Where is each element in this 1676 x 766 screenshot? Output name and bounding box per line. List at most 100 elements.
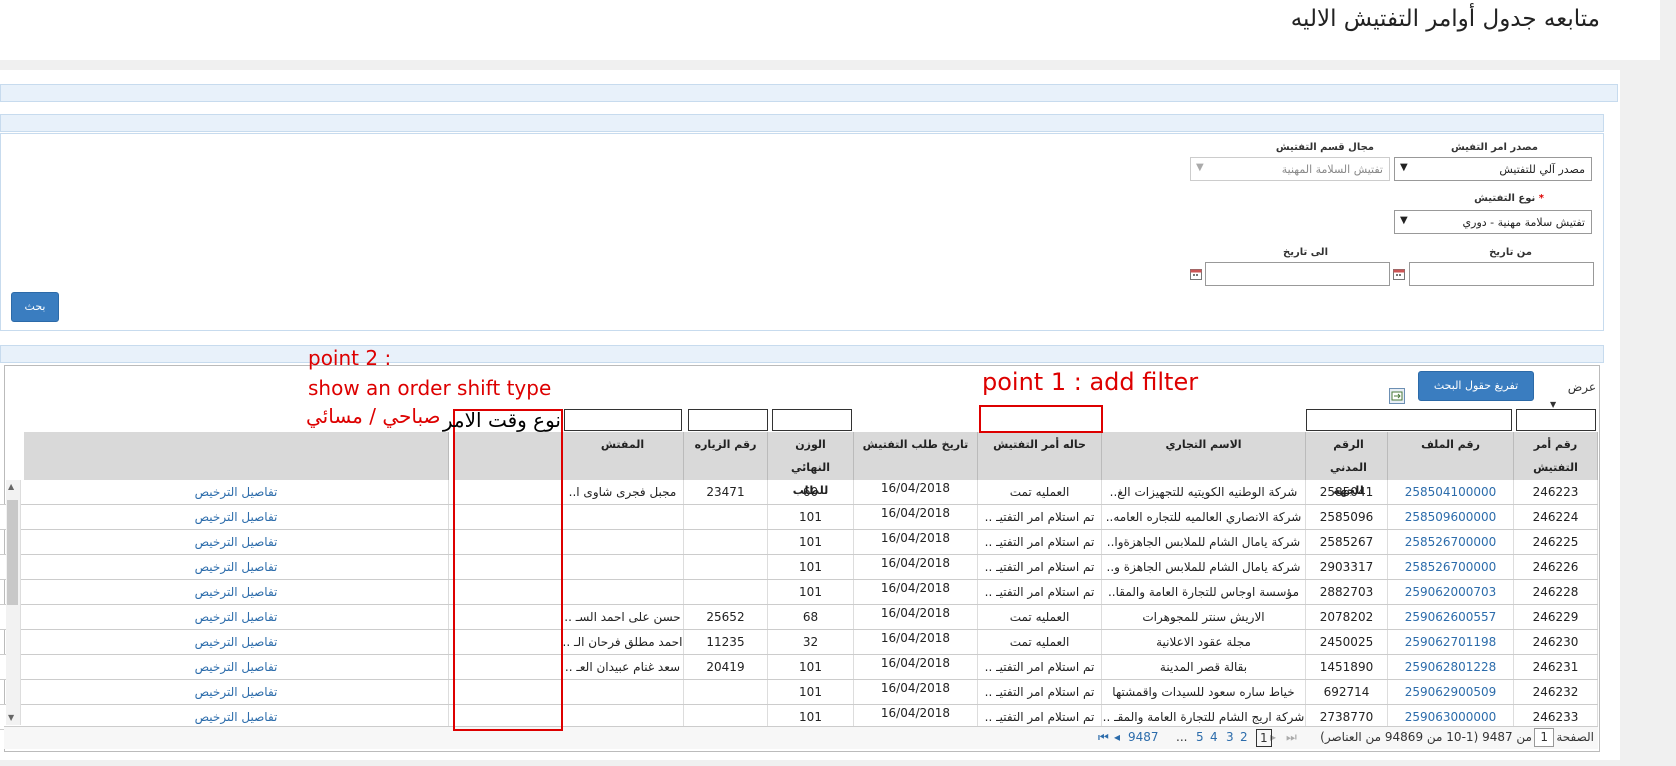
license-details-link[interactable]: تفاصيل الترخيص	[24, 555, 449, 579]
page-link-1[interactable]: 1	[1256, 729, 1272, 747]
cell-request-date: 16/04/2018	[854, 480, 978, 504]
cell-inspector	[562, 555, 684, 579]
cell-order-number: 246225	[1514, 530, 1598, 554]
view-dropdown[interactable]: عرض ▼	[1538, 380, 1596, 409]
file-number-link[interactable]: 258504100000	[1388, 480, 1514, 504]
header-file-number: رقم الملف	[1388, 432, 1514, 480]
prev-page-icon[interactable]: ◂	[1114, 730, 1120, 744]
page-link-4[interactable]: 4	[1210, 730, 1218, 744]
from-date-input[interactable]	[1409, 262, 1594, 286]
to-date-input[interactable]	[1205, 262, 1390, 286]
table-row[interactable]: تفاصيل الترخيص 101 16/04/2018 تم استلام امر…	[0, 580, 1598, 605]
filter-inspector[interactable]	[564, 409, 682, 431]
cell-final-weight: 101	[768, 555, 854, 579]
search-button[interactable]: بحث	[11, 292, 59, 322]
source-select-value: مصدر آلي للتفتيش	[1499, 163, 1585, 176]
cell-order-number: 246223	[1514, 480, 1598, 504]
type-select[interactable]: تفتيش سلامة مهنية - دوري ▼	[1394, 210, 1592, 234]
file-number-link[interactable]: 259062600557	[1388, 605, 1514, 629]
cell-commercial-name: مجلة عقود الاعلانية	[1102, 630, 1306, 654]
cell-final-weight: 101	[768, 655, 854, 679]
cell-final-weight: 60	[768, 480, 854, 504]
table-row[interactable]: تفاصيل الترخيص مجبل فجرى شاوى ا.. 23471 60 1…	[0, 480, 1598, 505]
cell-order-status: تم استلام امر التفتيـ ..	[978, 555, 1102, 579]
license-details-link[interactable]: تفاصيل الترخيص	[24, 630, 449, 654]
section-header-bar	[0, 84, 1618, 102]
license-details-link[interactable]: تفاصيل الترخيص	[24, 680, 449, 704]
file-number-link[interactable]: 258509600000	[1388, 505, 1514, 529]
cell-order-number: 246232	[1514, 680, 1598, 704]
page-link-last[interactable]: 9487	[1128, 730, 1159, 744]
page-link-3[interactable]: 3	[1226, 730, 1234, 744]
license-details-link[interactable]: تفاصيل الترخيص	[24, 480, 449, 504]
cell-civil-number: 2585041	[1306, 480, 1388, 504]
export-icon[interactable]	[1389, 388, 1405, 404]
table-row[interactable]: تفاصيل الترخيص 101 16/04/2018 تم استلام امر…	[0, 530, 1598, 555]
page-link-2[interactable]: 2	[1240, 730, 1248, 744]
cell-order-status: العمليه تمت	[978, 480, 1102, 504]
file-number-link[interactable]: 259062701198	[1388, 630, 1514, 654]
cell-visit-number: 11235	[684, 630, 768, 654]
clear-search-button[interactable]: تفريغ حقول البحث	[1418, 371, 1534, 401]
cell-visit-number: 25652	[684, 605, 768, 629]
table-row[interactable]: تفاصيل الترخيص 101 16/04/2018 تم استلام امر…	[0, 505, 1598, 530]
from-date-label: من تاريخ	[1489, 247, 1532, 258]
cell-order-status: العمليه تمت	[978, 605, 1102, 629]
filter-file-number[interactable]	[1306, 409, 1512, 431]
cell-request-date: 16/04/2018	[854, 605, 978, 629]
cell-order-status: تم استلام امر التفتيـ ..	[978, 655, 1102, 679]
cell-order-number: 246230	[1514, 630, 1598, 654]
section-select[interactable]: تفتيش السلامة المهنية ▼	[1190, 157, 1390, 181]
source-select[interactable]: مصدر آلي للتفتيش ▼	[1394, 157, 1592, 181]
filter-final-weight[interactable]	[772, 409, 852, 431]
scroll-down-icon[interactable]: ▼	[8, 713, 14, 722]
cell-inspector	[562, 580, 684, 604]
file-number-link[interactable]: 259062000703	[1388, 580, 1514, 604]
grid-scrollbar[interactable]: ▲ ▼	[6, 480, 21, 725]
first-page-icon[interactable]: ⏮	[1098, 730, 1109, 745]
license-details-link[interactable]: تفاصيل الترخيص	[24, 580, 449, 604]
table-row[interactable]: تفاصيل الترخيص حسن على احمد السـ .. 25652 6…	[0, 605, 1598, 630]
table-row[interactable]: تفاصيل الترخيص سعد غنام عبيدان العـ .. 204…	[0, 655, 1598, 680]
scroll-up-icon[interactable]: ▲	[8, 482, 14, 491]
cell-civil-number: 2078202	[1306, 605, 1388, 629]
calendar-icon[interactable]	[1190, 268, 1202, 280]
page-link-5[interactable]: 5	[1196, 730, 1204, 744]
annotation-shift-values: صباحي / مسائي	[306, 404, 441, 428]
file-number-link[interactable]: 258526700000	[1388, 555, 1514, 579]
cell-final-weight: 101	[768, 580, 854, 604]
table-row[interactable]: تفاصيل الترخيص 101 16/04/2018 تم استلام امر…	[0, 680, 1598, 705]
cell-request-date: 16/04/2018	[854, 680, 978, 704]
file-number-link[interactable]: 259062801228	[1388, 655, 1514, 679]
cell-order-status: تم استلام امر التفتيـ ..	[978, 680, 1102, 704]
pager-page-input[interactable]: 1	[1534, 728, 1554, 747]
cell-inspector: سعد غنام عبيدان العـ ..	[562, 655, 684, 679]
scrollbar-thumb[interactable]	[7, 500, 18, 605]
header-details	[24, 432, 449, 480]
cell-commercial-name: شركة الانصاري العالميه للتجاره العامه..	[1102, 505, 1306, 529]
license-details-link[interactable]: تفاصيل الترخيص	[24, 605, 449, 629]
table-row[interactable]: تفاصيل الترخيص احمد مطلق فرحان الـ .. 1123…	[0, 630, 1598, 655]
calendar-icon[interactable]	[1393, 268, 1405, 280]
license-details-link[interactable]: تفاصيل الترخيص	[24, 530, 449, 554]
pager-page-label: الصفحة	[1556, 730, 1594, 744]
file-number-link[interactable]: 259062900509	[1388, 680, 1514, 704]
filter-visit-number[interactable]	[688, 409, 768, 431]
file-number-link[interactable]: 258526700000	[1388, 530, 1514, 554]
cell-request-date: 16/04/2018	[854, 530, 978, 554]
table-row[interactable]: تفاصيل الترخيص 101 16/04/2018 تم استلام امر…	[0, 555, 1598, 580]
cell-order-number: 246229	[1514, 605, 1598, 629]
filter-order-number[interactable]	[1516, 409, 1596, 431]
license-details-link[interactable]: تفاصيل الترخيص	[24, 655, 449, 679]
header-inspector: المفتش	[562, 432, 684, 480]
header-order-number: رقم أمر التفتيش	[1514, 432, 1598, 480]
cell-request-date: 16/04/2018	[854, 580, 978, 604]
annotation-column-box	[453, 409, 563, 731]
chevron-down-icon: ▼	[1400, 162, 1408, 173]
cell-civil-number: 1451890	[1306, 655, 1388, 679]
license-details-link[interactable]: تفاصيل الترخيص	[24, 505, 449, 529]
cell-order-status: تم استلام امر التفتيـ ..	[978, 580, 1102, 604]
last-page-icon[interactable]: ⏭	[1286, 730, 1297, 745]
cell-order-number: 246226	[1514, 555, 1598, 579]
new-column-header: نوع وقت الامر	[442, 408, 561, 432]
